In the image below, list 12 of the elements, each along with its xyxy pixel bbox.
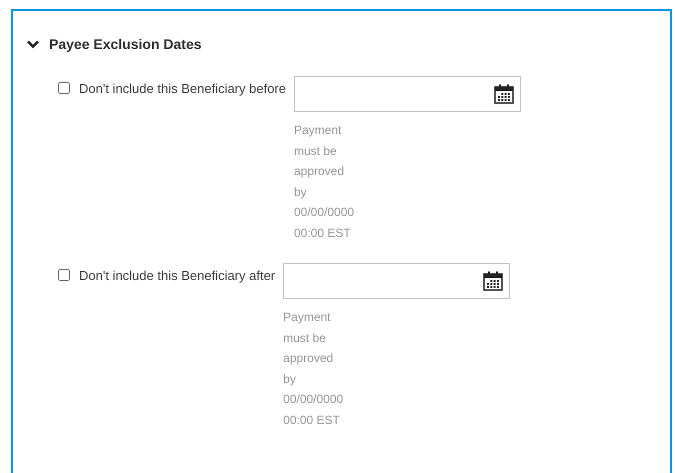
- checkbox[interactable]: [58, 269, 70, 281]
- hint-text: Payment must be approved by 00/00/0000 00:00 EST: [283, 309, 344, 428]
- calendar-icon[interactable]: [483, 271, 504, 291]
- date-field[interactable]: [294, 76, 521, 112]
- checkbox[interactable]: [58, 82, 70, 94]
- calendar-icon[interactable]: [494, 84, 514, 104]
- date-field[interactable]: [283, 263, 510, 299]
- chevron-icon: [27, 40, 39, 48]
- hint-text: Payment must be approved by 00/00/0000 00:00 EST: [294, 122, 356, 242]
- checkbox-label: Don't include this Beneficiary after: [79, 268, 276, 283]
- section-header[interactable]: Payee Exclusion Dates: [27, 36, 202, 52]
- checkbox-label: Don't include this Beneficiary before: [79, 81, 286, 96]
